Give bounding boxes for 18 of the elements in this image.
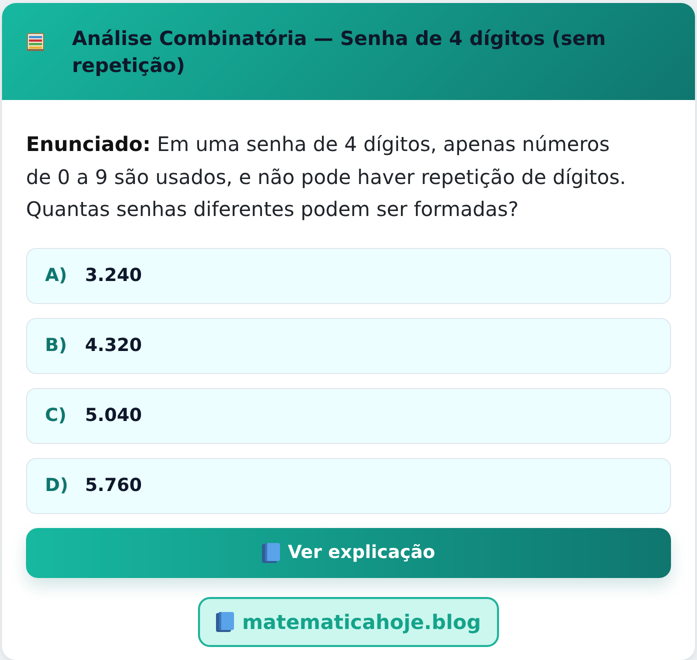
option-letter: D) xyxy=(45,474,70,498)
option-letter: B) xyxy=(45,334,68,358)
answer-option[interactable]: B) 4.320 xyxy=(26,318,671,374)
option-value: 5.040 xyxy=(85,404,142,428)
option-letter: C) xyxy=(45,404,68,428)
quiz-title: Análise Combinatória — Senha de 4 dígitos (sem repetição) xyxy=(72,26,607,79)
option-letter: A) xyxy=(45,264,68,288)
option-value: 5.760 xyxy=(85,474,142,498)
book-icon xyxy=(262,542,280,562)
book-icon xyxy=(216,612,234,632)
answer-option[interactable]: A) 3.240 xyxy=(26,248,671,304)
question-text: Enunciado: Em uma senha de 4 dígitos, apenas números de 0 a 9 são usados, e não pode haver repetição de dígitos. Quantas senhas diferentes podem ser formadas? xyxy=(26,131,627,223)
option-value: 4.320 xyxy=(85,334,142,358)
explain-button[interactable]: Ver explicação xyxy=(26,528,671,578)
option-value: 3.240 xyxy=(85,264,142,288)
answer-option[interactable]: C) 5.040 xyxy=(26,388,671,444)
answer-option[interactable]: D) 5.760 xyxy=(26,458,671,514)
abacus-icon xyxy=(27,33,44,51)
